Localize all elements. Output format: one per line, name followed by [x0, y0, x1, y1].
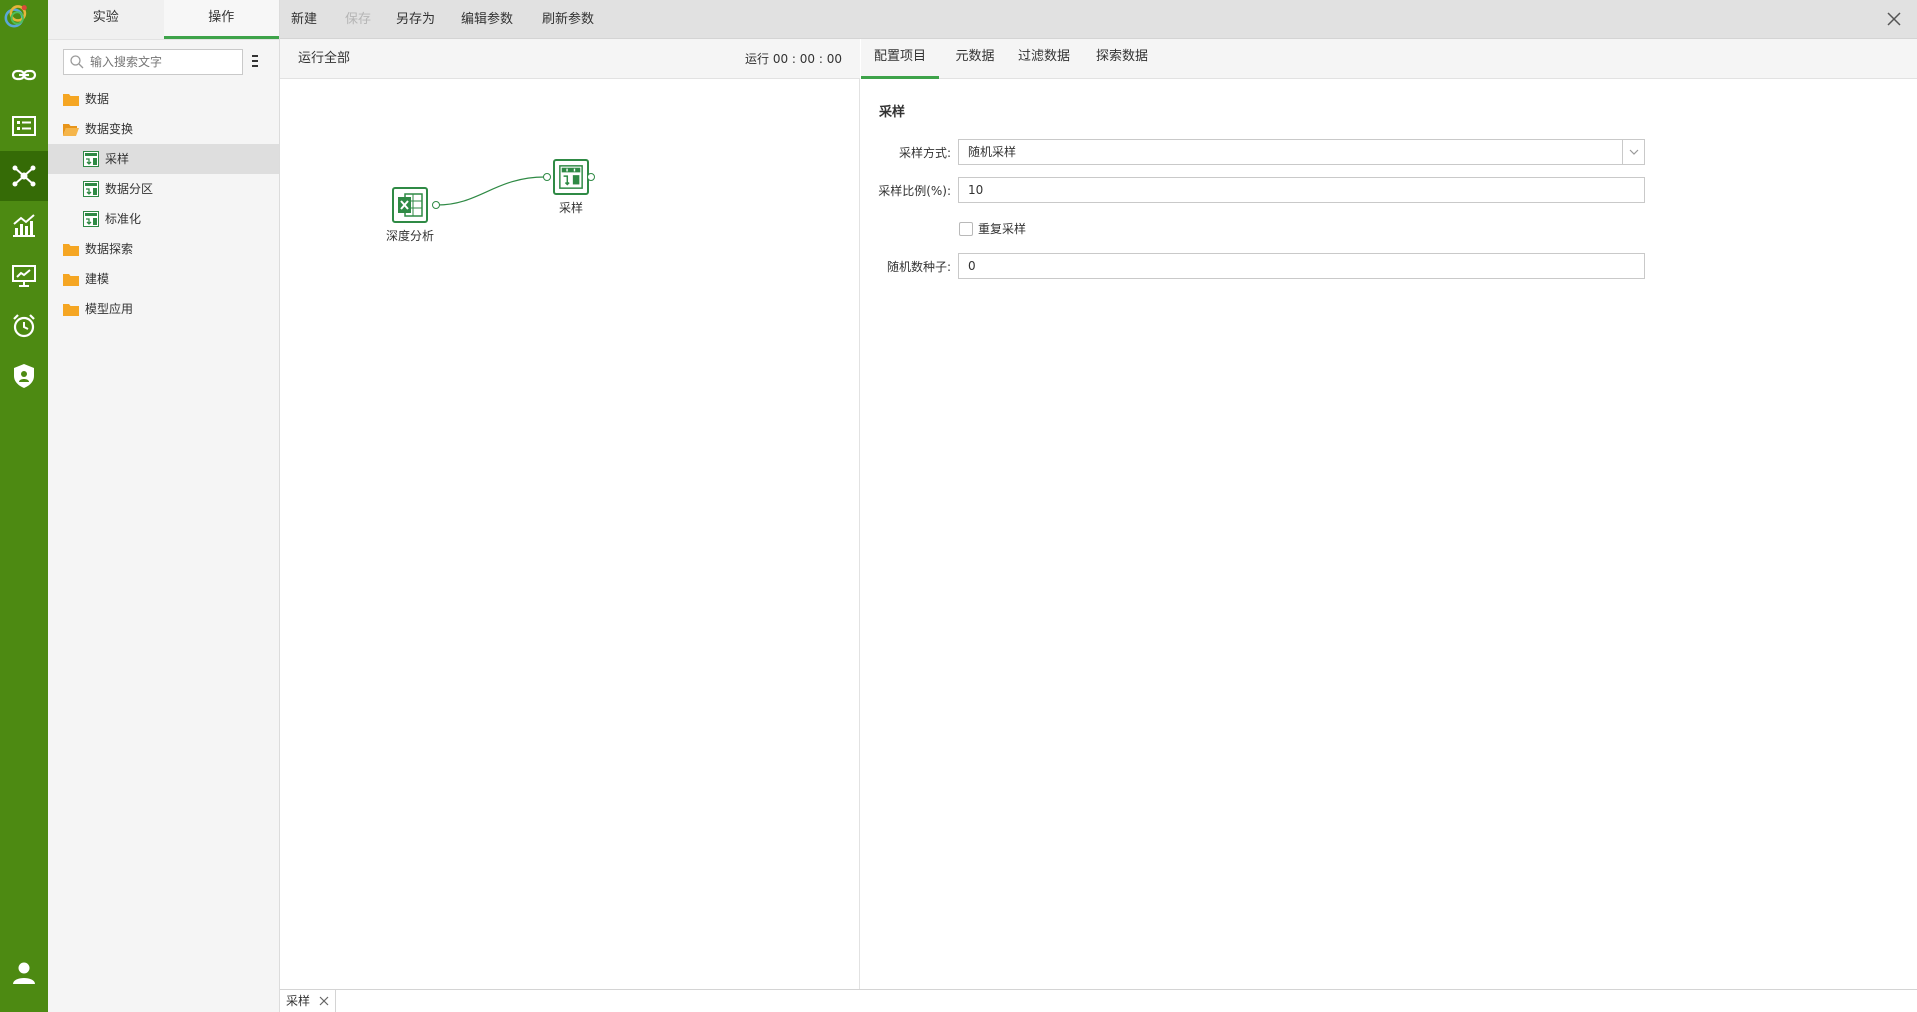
- run-all-button[interactable]: 运行全部: [298, 39, 350, 79]
- tree-item-label: 数据探索: [85, 242, 134, 256]
- tree-item-label: 数据: [85, 92, 110, 106]
- new-button[interactable]: 新建: [291, 0, 317, 39]
- save-as-button[interactable]: 另存为: [396, 0, 435, 39]
- tree-node-sample[interactable]: 采样: [48, 144, 279, 174]
- tab-operations[interactable]: 操作: [163, 0, 279, 39]
- section-title: 采样: [879, 105, 906, 120]
- app-logo: [2, 2, 46, 44]
- sample-node-icon: [83, 151, 99, 167]
- random-seed-input[interactable]: 0: [958, 253, 1645, 279]
- tree-folder-data-transform[interactable]: 数据变换: [48, 114, 279, 144]
- chart-icon[interactable]: [0, 201, 48, 251]
- panel-tabs: 实验 操作: [48, 0, 279, 40]
- bottom-tab-strip: 采样: [280, 989, 1917, 1012]
- tree-folder-modeling[interactable]: 建模: [48, 264, 279, 294]
- sampling-ratio-input[interactable]: 10: [958, 177, 1645, 203]
- folder-open-icon: [63, 124, 79, 136]
- tree-node-standardize[interactable]: 标准化: [48, 204, 279, 234]
- tree-item-label: 数据分区: [105, 182, 154, 196]
- resample-checkbox[interactable]: [959, 222, 973, 236]
- tree-item-label: 模型应用: [85, 302, 134, 316]
- node-sample[interactable]: 采样: [543, 159, 595, 216]
- method-label: 采样方式:: [898, 146, 951, 160]
- app-root: 实验 操作 数据 数据变换 采样 数据分区: [0, 0, 1917, 1012]
- node-deep-analysis[interactable]: 深度分析: [382, 187, 440, 244]
- search-bar: [48, 40, 279, 80]
- tree-folder-model-apply[interactable]: 模型应用: [48, 294, 279, 324]
- edit-params-button[interactable]: 编辑参数: [461, 0, 513, 39]
- tab-experiment[interactable]: 实验: [48, 0, 164, 39]
- config-tabs: 配置项目 元数据 过滤数据 探索数据: [861, 39, 1917, 79]
- folder-icon: [63, 274, 79, 286]
- node-label: 采样: [558, 201, 583, 215]
- close-icon[interactable]: [1885, 10, 1903, 28]
- run-timer: 运行 00 : 00 : 00: [745, 52, 842, 66]
- user-icon[interactable]: [0, 948, 48, 998]
- left-rail: [0, 0, 48, 1012]
- save-button[interactable]: 保存: [345, 0, 371, 39]
- folder-icon: [63, 94, 79, 106]
- tab-metadata[interactable]: 元数据: [947, 39, 1003, 79]
- standardize-node-icon: [83, 211, 99, 227]
- shield-user-icon[interactable]: [0, 351, 48, 401]
- folder-icon: [63, 244, 79, 256]
- operator-panel: 实验 操作 数据 数据变换 采样 数据分区: [48, 0, 280, 1012]
- workflow-canvas[interactable]: 深度分析 采样: [280, 79, 860, 989]
- workflow-icon[interactable]: [0, 151, 48, 201]
- ratio-label: 采样比例(%):: [878, 184, 951, 198]
- tree-folder-data[interactable]: 数据: [48, 84, 279, 114]
- operator-tree: 数据 数据变换 采样 数据分区 标准化 数据探索 建模 模型应用: [48, 84, 279, 324]
- bottom-tab-label: 采样: [286, 994, 311, 1008]
- canvas-header: 运行全部 运行 00 : 00 : 00: [280, 39, 860, 79]
- seed-label: 随机数种子:: [886, 260, 951, 274]
- tab-explore-data[interactable]: 探索数据: [1089, 39, 1155, 79]
- search-icon: [70, 55, 84, 69]
- list-menu-icon[interactable]: [251, 54, 259, 68]
- output-port[interactable]: [587, 173, 595, 181]
- tree-item-label: 采样: [105, 152, 130, 166]
- node-label: 深度分析: [385, 229, 434, 243]
- presentation-icon[interactable]: [0, 251, 48, 301]
- tree-item-label: 数据变换: [85, 122, 134, 136]
- tree-item-label: 标准化: [105, 212, 142, 226]
- search-input[interactable]: [63, 49, 243, 75]
- chevron-down-icon[interactable]: [1622, 140, 1644, 164]
- selected-value: 随机采样: [968, 145, 1017, 159]
- folder-icon: [63, 304, 79, 316]
- tree-node-data-partition[interactable]: 数据分区: [48, 174, 279, 204]
- sample-icon: [559, 165, 583, 189]
- tab-filter-data[interactable]: 过滤数据: [1011, 39, 1077, 79]
- top-toolbar: 新建 保存 另存为 编辑参数 刷新参数: [280, 0, 1917, 39]
- excel-icon: [398, 193, 423, 217]
- input-port[interactable]: [543, 173, 551, 181]
- refresh-params-button[interactable]: 刷新参数: [542, 0, 594, 39]
- partition-node-icon: [83, 181, 99, 197]
- tab-config[interactable]: 配置项目: [861, 39, 939, 79]
- close-tab-icon[interactable]: [319, 996, 329, 1006]
- tree-folder-data-explore[interactable]: 数据探索: [48, 234, 279, 264]
- resample-label: 重复采样: [978, 222, 1027, 236]
- list-icon[interactable]: [0, 101, 48, 151]
- tree-item-label: 建模: [85, 272, 110, 286]
- config-panel: 采样 采样方式: 随机采样 采样比例(%): 10 重复采样 随机数种子: 0: [861, 79, 1917, 989]
- bottom-tab-sample[interactable]: 采样: [280, 990, 336, 1012]
- sampling-method-select[interactable]: 随机采样: [958, 139, 1645, 165]
- link-icon[interactable]: [0, 50, 48, 100]
- output-port[interactable]: [432, 201, 440, 209]
- alarm-clock-icon[interactable]: [0, 301, 48, 351]
